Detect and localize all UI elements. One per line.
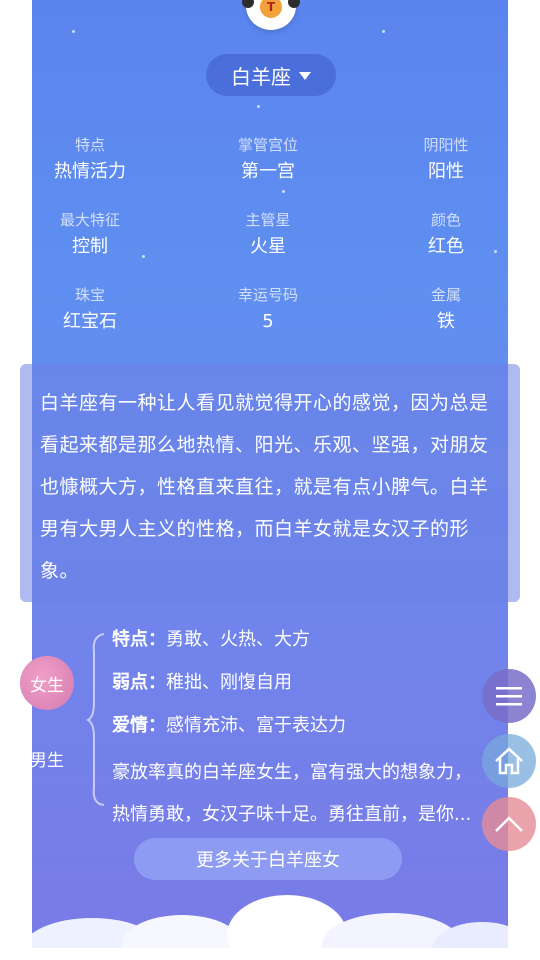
trait-features-label: 特点： xyxy=(112,629,166,650)
attribute-cell: 最大特征 控制 xyxy=(32,210,165,262)
attribute-cell: 金属 铁 xyxy=(371,285,508,337)
attribute-cell: 珠宝 红宝石 xyxy=(32,285,165,337)
trait-weakness-label: 弱点： xyxy=(112,672,166,693)
attribute-key: 阴阳性 xyxy=(423,136,469,154)
attribute-key: 最大特征 xyxy=(59,211,120,229)
attribute-cell: 阴阳性 阳性 xyxy=(371,135,508,187)
attribute-value: 红宝石 xyxy=(63,311,117,332)
trait-love-value: 感情充沛、富于表达力 xyxy=(166,715,346,736)
mascot-ear xyxy=(242,0,254,8)
tab-male-label: 男生 xyxy=(30,751,64,771)
trait-love: 爱情：感情充沛、富于表达力 xyxy=(112,712,346,740)
attribute-value: 第一宫 xyxy=(241,161,295,182)
attribute-key: 珠宝 xyxy=(74,286,105,304)
trait-features-value: 勇敢、火热、大方 xyxy=(166,629,310,650)
attribute-key: 幸运号码 xyxy=(237,286,298,304)
trait-features: 特点：勇敢、火热、大方 xyxy=(112,626,310,654)
attribute-cell: 颜色 红色 xyxy=(371,210,508,262)
mascot-face: T xyxy=(260,0,282,18)
description-card: 白羊座有一种让人看见就觉得开心的感觉，因为总是看起来都是那么地热情、阳光、乐观、… xyxy=(20,364,520,602)
female-summary: 豪放率真的白羊座女生，富有强大的想象力， 热情勇敢，女汉子味十足。勇往直前，是你… xyxy=(112,752,498,836)
attribute-value: 红色 xyxy=(428,236,464,257)
back-to-top-button[interactable] xyxy=(482,797,536,851)
trait-weakness-value: 稚拙、刚愎自用 xyxy=(166,672,292,693)
zodiac-mascot-icon: T xyxy=(242,0,300,30)
menu-button[interactable] xyxy=(482,669,536,723)
tab-female[interactable]: 女生 xyxy=(20,656,74,710)
tab-female-label: 女生 xyxy=(30,675,64,696)
cloud-decoration xyxy=(32,895,508,960)
star-decoration xyxy=(382,30,385,33)
sign-description: 白羊座有一种让人看见就觉得开心的感觉，因为总是看起来都是那么地热情、阳光、乐观、… xyxy=(40,392,489,582)
zodiac-sign-dropdown[interactable]: 白羊座 xyxy=(206,54,336,96)
attribute-key: 金属 xyxy=(430,286,461,304)
attribute-key: 颜色 xyxy=(430,211,461,229)
attribute-value: 阳性 xyxy=(428,161,464,182)
attribute-cell: 特点 热情活力 xyxy=(32,135,165,187)
attribute-key: 掌管宫位 xyxy=(237,136,298,154)
home-icon xyxy=(495,747,523,775)
attribute-cell: 掌管宫位 第一宫 xyxy=(193,135,343,187)
female-summary-line: 热情勇敢，女汉子味十足。勇往直前，是你... xyxy=(112,804,472,825)
home-button[interactable] xyxy=(482,734,536,788)
attribute-value: 控制 xyxy=(72,236,108,257)
star-decoration xyxy=(257,105,260,108)
more-about-button[interactable]: 更多关于白羊座女 xyxy=(134,838,402,880)
star-decoration xyxy=(282,190,285,193)
tab-male[interactable]: 男生 xyxy=(30,746,64,771)
female-summary-line: 豪放率真的白羊座女生，富有强大的想象力， xyxy=(112,762,472,783)
trait-love-label: 爱情： xyxy=(112,715,166,736)
attribute-value: 铁 xyxy=(437,311,455,332)
brace-divider xyxy=(86,633,105,806)
menu-icon xyxy=(496,687,522,706)
attribute-key: 特点 xyxy=(74,136,105,154)
chevron-up-icon xyxy=(495,816,523,832)
attribute-key: 主管星 xyxy=(245,211,291,229)
attribute-cell: 幸运号码 5 xyxy=(193,285,343,337)
zodiac-sign-label: 白羊座 xyxy=(231,64,291,89)
caret-down-icon xyxy=(299,72,311,80)
star-decoration xyxy=(72,30,75,33)
attribute-cell: 主管星 火星 xyxy=(193,210,343,262)
attribute-value: 火星 xyxy=(250,236,286,257)
mascot-ear xyxy=(288,0,300,8)
trait-weakness: 弱点：稚拙、刚愎自用 xyxy=(112,669,292,697)
attribute-value: 热情活力 xyxy=(54,161,126,182)
attribute-value: 5 xyxy=(262,311,274,332)
